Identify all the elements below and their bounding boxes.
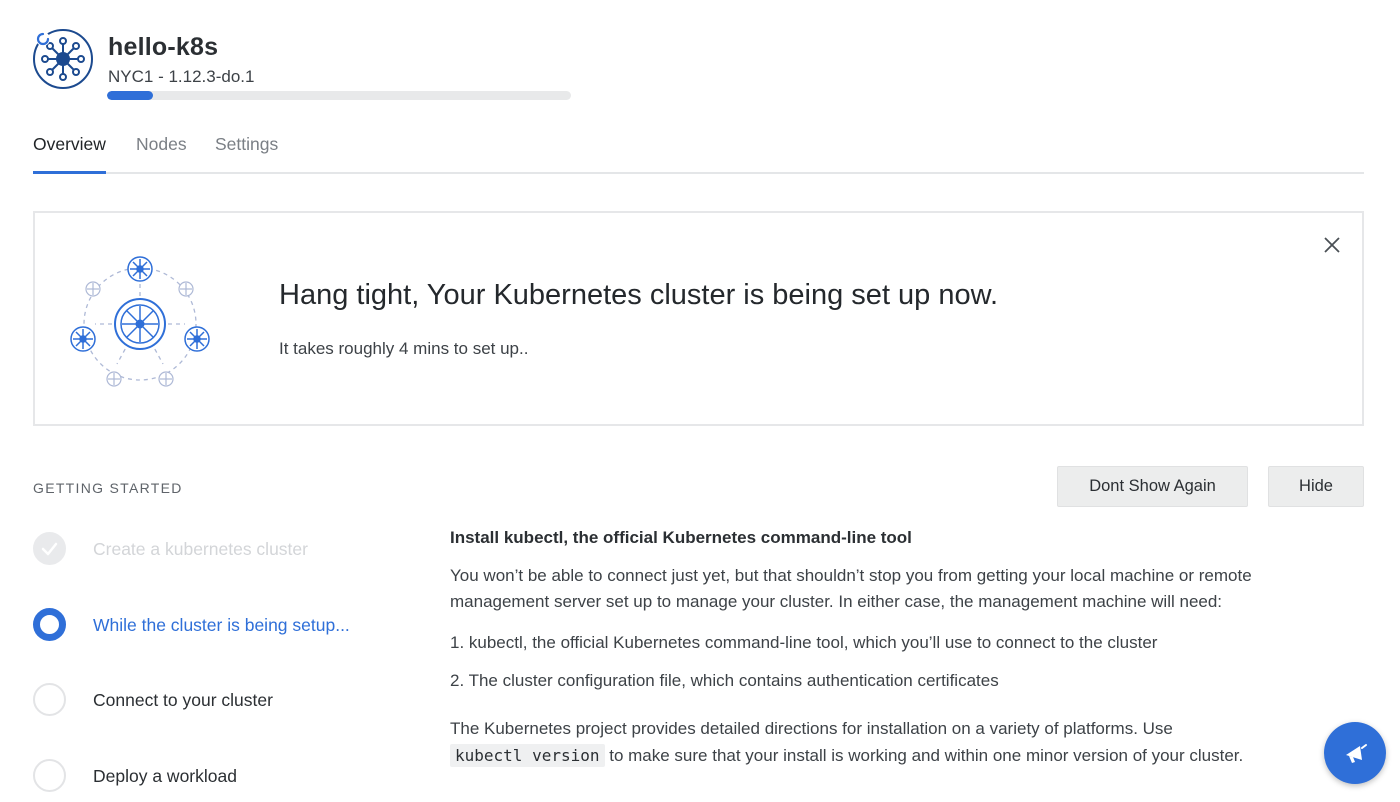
step-label: While the cluster is being setup... xyxy=(93,615,350,635)
checkmark-icon xyxy=(41,542,58,556)
loading-spinner-icon xyxy=(36,32,50,46)
step-label: Create a kubernetes cluster xyxy=(93,539,308,559)
dont-show-again-button[interactable]: Dont Show Again xyxy=(1057,466,1248,507)
step-status-indicator xyxy=(33,759,66,792)
content-intro-paragraph: You won’t be able to connect just yet, b… xyxy=(450,566,1252,611)
step-connect-cluster[interactable]: Connect to your cluster xyxy=(33,683,413,719)
requirement-item: 2. The cluster configuration file, which… xyxy=(450,671,999,690)
banner-subtitle: It takes roughly 4 mins to set up.. xyxy=(279,339,529,358)
cluster-name: hello-k8s xyxy=(108,33,219,61)
cluster-region-version: NYC1 - 1.12.3-do.1 xyxy=(108,67,255,86)
paragraph-text: The Kubernetes project provides detailed… xyxy=(450,719,1173,738)
kubernetes-cluster-illustration xyxy=(70,256,210,387)
content-title: Install kubectl, the official Kubernetes… xyxy=(450,528,912,547)
step-create-cluster[interactable]: Create a kubernetes cluster xyxy=(33,532,413,568)
provision-progress-fill xyxy=(107,91,154,100)
tab-overview[interactable]: Overview xyxy=(33,134,106,174)
tab-settings[interactable]: Settings xyxy=(215,134,278,174)
step-while-setup[interactable]: While the cluster is being setup... xyxy=(33,608,413,644)
tab-nodes[interactable]: Nodes xyxy=(136,134,187,174)
hide-button[interactable]: Hide xyxy=(1268,466,1364,507)
megaphone-icon xyxy=(1346,744,1367,763)
step-status-indicator xyxy=(33,532,66,565)
feedback-button[interactable] xyxy=(1324,722,1386,784)
code-snippet: kubectl version xyxy=(450,744,605,767)
banner-title: Hang tight, Your Kubernetes cluster is b… xyxy=(279,279,999,311)
setup-banner: Hang tight, Your Kubernetes cluster is b… xyxy=(33,211,1364,426)
tab-bar: Overview Nodes Settings xyxy=(33,130,1364,174)
paragraph-text: to make sure that your install is workin… xyxy=(609,746,1244,765)
provision-progress-bar xyxy=(107,91,571,100)
cluster-header: hello-k8s NYC1 - 1.12.3-do.1 xyxy=(33,29,593,101)
step-status-indicator xyxy=(33,608,66,641)
step-deploy-workload[interactable]: Deploy a workload xyxy=(33,759,413,795)
step-label: Connect to your cluster xyxy=(93,690,273,710)
step-label: Deploy a workload xyxy=(93,766,237,786)
content-install-paragraph: The Kubernetes project provides detailed… xyxy=(450,715,1330,769)
getting-started-heading: GETTING STARTED xyxy=(33,480,183,496)
close-icon[interactable] xyxy=(1322,235,1342,255)
step-status-indicator xyxy=(33,683,66,716)
kubernetes-helm-icon xyxy=(33,29,93,89)
requirement-item: 1. kubectl, the official Kubernetes comm… xyxy=(450,633,1158,652)
